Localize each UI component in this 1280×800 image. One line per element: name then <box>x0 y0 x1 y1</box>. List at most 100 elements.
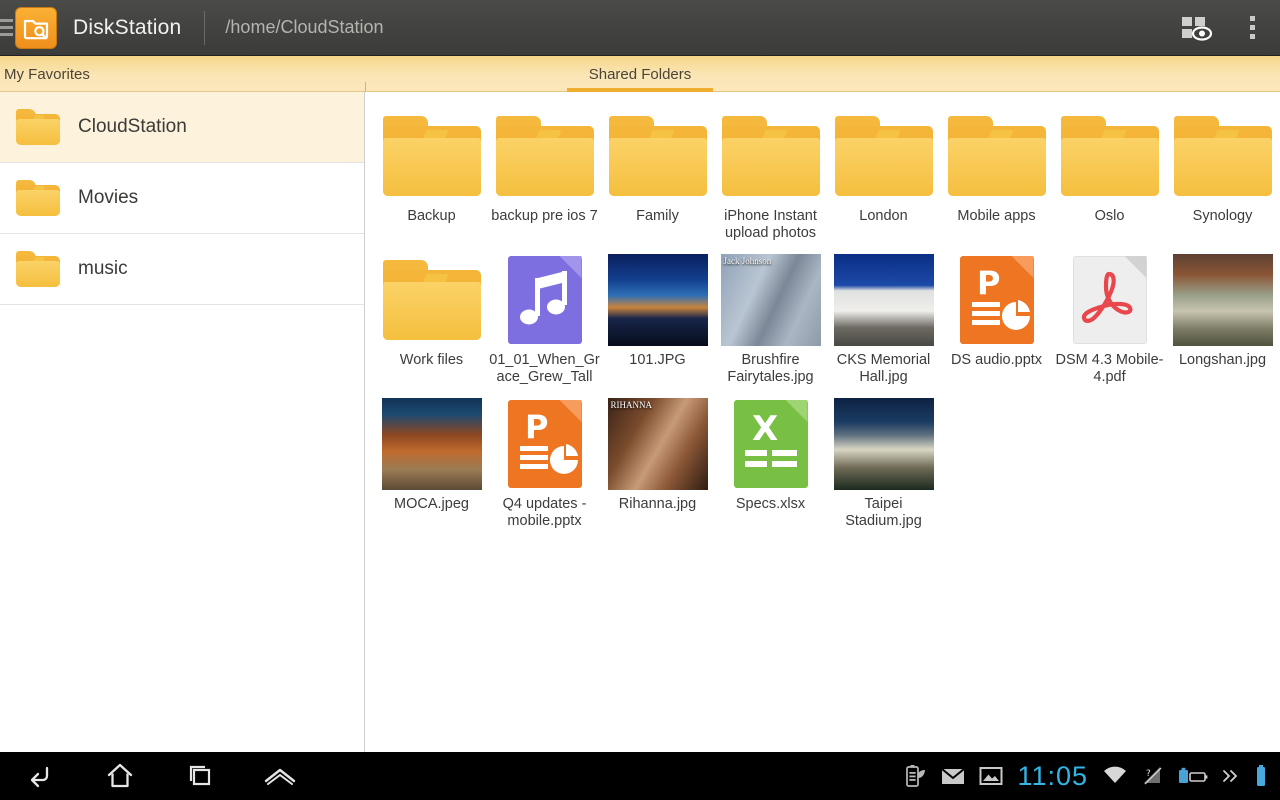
folder-icon <box>381 110 483 202</box>
folder-icon <box>607 110 709 202</box>
photo-thumbnail <box>833 254 935 346</box>
back-arrow-icon[interactable] <box>0 752 80 800</box>
folder-icon <box>833 110 935 202</box>
file-grid-item[interactable]: P DS audio.pptx <box>940 246 1053 390</box>
chevron-up-icon[interactable] <box>240 752 320 800</box>
folder-icon <box>16 109 60 145</box>
file-name-label: Taipei Stadium.jpg <box>828 496 939 530</box>
folder-icon <box>720 110 822 202</box>
file-grid-item[interactable]: London <box>827 102 940 246</box>
file-grid-item[interactable]: Oslo <box>1053 102 1166 246</box>
file-grid-item[interactable]: Synology <box>1166 102 1279 246</box>
android-navigation-bar: 11:05 ? <box>0 752 1280 800</box>
more-chevrons-icon <box>1222 768 1240 784</box>
file-grid-item[interactable]: Longshan.jpg <box>1166 246 1279 390</box>
file-name-label: Specs.xlsx <box>715 496 826 513</box>
svg-text:P: P <box>977 264 1000 302</box>
tab-shared-folders[interactable]: Shared Folders <box>567 56 713 92</box>
file-grid-item[interactable]: Jack Johnson Brushfire Fairytales.jpg <box>714 246 827 390</box>
battery-icon <box>1254 764 1268 788</box>
file-grid-item[interactable]: CKS Memorial Hall.jpg <box>827 246 940 390</box>
photo-thumbnail: RIHANNA <box>608 398 708 490</box>
file-name-label: Brushfire Fairytales.jpg <box>715 352 826 386</box>
sidebar-item-music[interactable]: music <box>0 234 364 305</box>
file-name-label: DSM 4.3 Mobile-4.pdf <box>1054 352 1165 386</box>
file-name-label: Synology <box>1167 208 1278 225</box>
file-grid-item[interactable]: MOCA.jpeg <box>375 390 488 534</box>
file-grid-item[interactable]: Mobile apps <box>940 102 1053 246</box>
file-grid-item[interactable]: DSM 4.3 Mobile-4.pdf <box>1053 246 1166 390</box>
image-icon <box>979 766 1003 786</box>
tab-my-favorites-label: My Favorites <box>4 66 90 83</box>
status-clock: 11:05 <box>1017 761 1088 792</box>
svg-text:X: X <box>752 409 778 449</box>
folder-icon <box>16 251 60 287</box>
file-name-label: London <box>828 208 939 225</box>
music-file-icon <box>494 254 596 346</box>
top-app-bar: DiskStation /home/CloudStation <box>0 0 1280 56</box>
file-name-label: Work files <box>376 352 487 369</box>
file-grid-item[interactable]: 01_01_When_Grace_Grew_Tall <box>488 246 601 390</box>
powerpoint-file-icon: P <box>494 398 596 490</box>
mail-icon <box>941 767 965 785</box>
folder-icon <box>381 254 483 346</box>
folder-icon <box>946 110 1048 202</box>
file-name-label: iPhone Instant upload photos <box>715 208 826 242</box>
sidebar-item-label: music <box>78 258 128 280</box>
file-grid-item[interactable]: P Q4 updates - mobile.pptx <box>488 390 601 534</box>
file-grid-item[interactable]: 101.JPG <box>601 246 714 390</box>
file-name-label: Backup <box>376 208 487 225</box>
sidebar-item-cloudstation[interactable]: CloudStation <box>0 92 364 163</box>
file-grid-item[interactable]: RIHANNARihanna.jpg <box>601 390 714 534</box>
sidebar-item-movies[interactable]: Movies <box>0 163 364 234</box>
file-name-label: Longshan.jpg <box>1167 352 1278 369</box>
file-grid-item[interactable]: Work files <box>375 246 488 390</box>
file-name-label: Q4 updates - mobile.pptx <box>489 496 600 530</box>
tab-shared-folders-label: Shared Folders <box>589 66 692 83</box>
grid-view-eye-icon[interactable] <box>1168 0 1224 56</box>
file-grid-pane[interactable]: Backup backup pre ios 7 Family iPhone In… <box>366 92 1280 752</box>
file-grid-item[interactable]: Backup <box>375 102 488 246</box>
file-grid-item[interactable]: X Specs.xlsx <box>714 390 827 534</box>
photo-thumbnail <box>833 398 935 490</box>
file-name-label: CKS Memorial Hall.jpg <box>828 352 939 386</box>
photo-thumbnail <box>834 254 934 346</box>
app-title: DiskStation <box>73 16 181 40</box>
thumbnail-overlay-text: RIHANNA <box>611 400 653 410</box>
photo-thumbnail <box>834 398 934 490</box>
folder-icon <box>494 110 596 202</box>
tab-my-favorites[interactable]: My Favorites <box>0 56 96 92</box>
favorites-sidebar: CloudStation Movies music <box>0 92 365 752</box>
svg-text:?: ? <box>1146 769 1151 779</box>
folder-icon <box>1172 110 1274 202</box>
powerpoint-file-icon: P <box>946 254 1048 346</box>
file-grid-item[interactable]: iPhone Instant upload photos <box>714 102 827 246</box>
excel-file-icon: X <box>720 398 822 490</box>
file-name-label: 101.JPG <box>602 352 713 369</box>
file-grid-item[interactable]: Taipei Stadium.jpg <box>827 390 940 534</box>
file-grid-item[interactable]: Family <box>601 102 714 246</box>
tab-bar: My Favorites Shared Folders <box>0 56 1280 92</box>
more-vertical-icon[interactable] <box>1224 0 1280 56</box>
photo-thumbnail <box>382 398 482 490</box>
recent-apps-icon[interactable] <box>160 752 240 800</box>
sim-missing-icon: ? <box>1142 765 1164 787</box>
sidebar-item-label: Movies <box>78 187 138 209</box>
tab-seam <box>365 82 366 92</box>
photo-thumbnail: Jack Johnson <box>720 254 822 346</box>
photo-thumbnail: Jack Johnson <box>721 254 821 346</box>
photo-thumbnail <box>1172 254 1274 346</box>
file-name-label: 01_01_When_Grace_Grew_Tall <box>489 352 600 386</box>
file-grid-item[interactable]: backup pre ios 7 <box>488 102 601 246</box>
status-tray[interactable]: 11:05 ? <box>905 761 1280 792</box>
file-name-label: Family <box>602 208 713 225</box>
folder-icon <box>1059 110 1161 202</box>
home-icon[interactable] <box>80 752 160 800</box>
photo-thumbnail: RIHANNA <box>607 398 709 490</box>
wifi-icon <box>1102 766 1128 786</box>
usb-battery-icon <box>1178 766 1208 786</box>
file-browser-app: DiskStation /home/CloudStation My Favori… <box>0 0 1280 800</box>
folder-search-icon[interactable] <box>15 7 57 49</box>
svg-text:P: P <box>525 408 548 446</box>
hamburger-icon[interactable] <box>0 0 14 56</box>
